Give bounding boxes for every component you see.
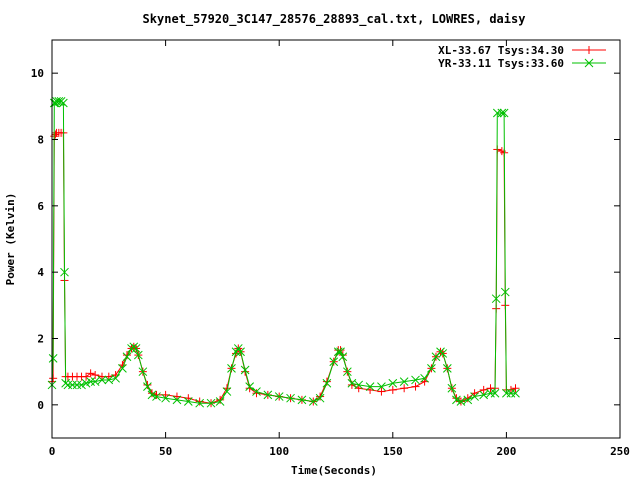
x-axis-label: Time(Seconds) (291, 464, 377, 477)
x-tick-label: 100 (269, 445, 289, 458)
y-axis-label: Power (Kelvin) (4, 193, 17, 286)
y-tick-label: 2 (37, 333, 44, 346)
y-tick-label: 0 (37, 399, 44, 412)
chart: Skynet_57920_3C147_28576_28893_cal.txt, … (0, 0, 640, 480)
chart-background (0, 0, 640, 480)
legend-label: YR-33.11 Tsys:33.60 (438, 57, 564, 70)
x-tick-label: 0 (49, 445, 56, 458)
x-tick-label: 200 (496, 445, 516, 458)
y-tick-label: 8 (37, 134, 44, 147)
y-tick-label: 6 (37, 200, 44, 213)
chart-title: Skynet_57920_3C147_28576_28893_cal.txt, … (143, 12, 526, 27)
y-tick-label: 4 (37, 266, 44, 279)
x-tick-label: 250 (610, 445, 630, 458)
y-tick-label: 10 (31, 67, 44, 80)
legend-label: XL-33.67 Tsys:34.30 (438, 44, 564, 57)
x-tick-label: 150 (383, 445, 403, 458)
x-tick-label: 50 (159, 445, 172, 458)
